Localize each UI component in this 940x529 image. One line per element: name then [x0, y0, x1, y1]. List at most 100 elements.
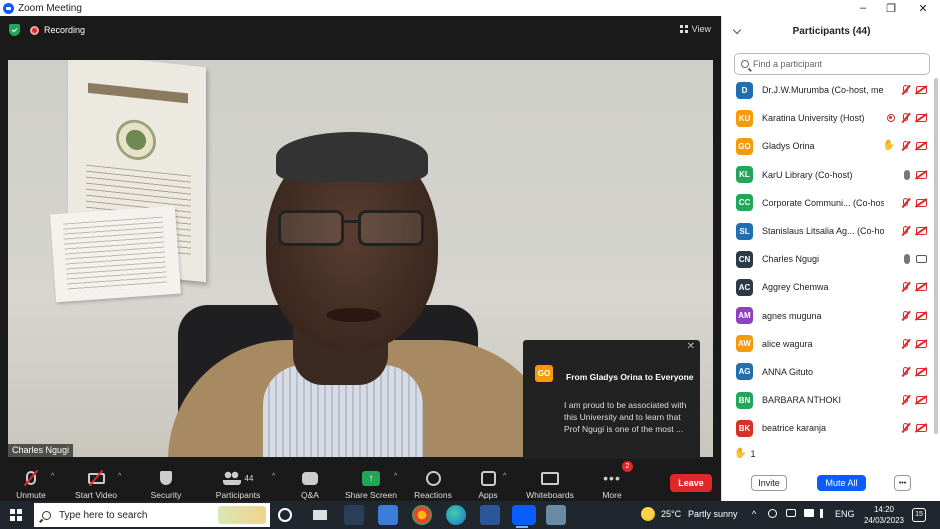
- chart-app-icon[interactable]: [344, 505, 364, 525]
- unmute-button[interactable]: Unmute: [12, 459, 50, 501]
- app-icon[interactable]: [546, 505, 566, 525]
- participant-status-icons: [901, 282, 927, 292]
- panel-more-button[interactable]: •••: [894, 475, 911, 491]
- maximize-button[interactable]: ❐: [876, 0, 906, 16]
- speaker-mouth: [326, 308, 381, 322]
- weather-condition[interactable]: Partly sunny: [688, 509, 738, 519]
- tray-overflow-caret[interactable]: ^: [752, 509, 756, 519]
- audio-options-caret[interactable]: ^: [51, 473, 54, 480]
- video-off-icon: [916, 227, 927, 236]
- weather-sun-icon[interactable]: [641, 507, 655, 521]
- share-options-caret[interactable]: ^: [394, 473, 397, 480]
- battery-icon[interactable]: [786, 509, 796, 517]
- participant-row[interactable]: AM agnes muguna: [722, 302, 940, 330]
- speaker-hair: [276, 132, 428, 182]
- edge-icon[interactable]: [446, 505, 466, 525]
- participant-row[interactable]: BK beatrice karanja: [722, 414, 940, 442]
- security-button[interactable]: Security: [148, 459, 184, 501]
- participant-row[interactable]: CN Charles Ngugi: [722, 245, 940, 273]
- participant-row[interactable]: AC Aggrey Chemwa: [722, 273, 940, 301]
- participant-avatar: AW: [736, 335, 753, 353]
- chat-sender-avatar: GO: [535, 365, 553, 382]
- security-shield-icon[interactable]: [9, 24, 20, 36]
- recording-label: Recording: [44, 25, 86, 35]
- weather-temperature[interactable]: 25°C: [661, 509, 681, 519]
- meeting-area: Recording View Charles Ngugi ✕ GO From G…: [0, 16, 721, 471]
- participant-row[interactable]: KL KarU Library (Co-host): [722, 161, 940, 189]
- apps-options-caret[interactable]: ^: [503, 473, 506, 480]
- mute-all-button[interactable]: Mute All: [817, 475, 866, 491]
- participant-search-input[interactable]: [753, 59, 923, 69]
- participant-avatar: D: [736, 81, 753, 99]
- zoom-taskbar-icon[interactable]: [512, 505, 536, 528]
- microphone-muted-icon: [901, 366, 910, 377]
- participant-row[interactable]: AG ANNA Gituto: [722, 358, 940, 386]
- participant-row[interactable]: AW alice wagura: [722, 330, 940, 358]
- chrome-icon[interactable]: [412, 505, 432, 525]
- whiteboard-icon: [541, 471, 559, 485]
- wall-paper: [50, 205, 181, 303]
- participant-list: D Dr.J.W.Murumba (Co-host, me) KU Karatina …: [722, 76, 940, 444]
- participant-name: alice wagura: [762, 338, 813, 349]
- taskbar-search-input[interactable]: [59, 509, 209, 521]
- search-highlight-image: [218, 506, 266, 524]
- participant-row[interactable]: CC Corporate Communi... (Co-host): [722, 189, 940, 217]
- reactions-label: Reactions: [414, 490, 452, 500]
- unmute-label: Unmute: [16, 490, 46, 500]
- windows-start-icon[interactable]: [10, 509, 22, 521]
- reactions-button[interactable]: Reactions: [414, 459, 452, 501]
- language-indicator[interactable]: ENG: [835, 509, 855, 519]
- participants-panel: Participants (44) D Dr.J.W.Murumba (Co-ho…: [721, 16, 940, 501]
- participant-name: Dr.J.W.Murumba (Co-host, me): [762, 85, 884, 96]
- tray-app-icon[interactable]: [768, 509, 777, 518]
- chat-notification-popup[interactable]: ✕ GO From Gladys Orina to Everyone I am …: [523, 340, 700, 471]
- apps-button[interactable]: Apps: [476, 459, 500, 501]
- store-icon[interactable]: [378, 505, 398, 525]
- invite-button[interactable]: Invite: [751, 475, 787, 491]
- word-icon[interactable]: [480, 505, 500, 525]
- network-icon[interactable]: [804, 509, 814, 517]
- participant-row[interactable]: KU Karatina University (Host): [722, 104, 940, 132]
- participant-search[interactable]: [734, 53, 930, 75]
- microphone-muted-icon: [901, 85, 910, 95]
- close-chat-popup-button[interactable]: ✕: [687, 341, 695, 352]
- more-button[interactable]: ••• 2 More: [600, 459, 633, 501]
- close-window-button[interactable]: ✕: [908, 0, 938, 16]
- participants-options-caret[interactable]: ^: [272, 473, 275, 480]
- participants-button[interactable]: 44 Participants: [214, 459, 262, 501]
- cortana-icon[interactable]: [278, 508, 292, 522]
- participant-row[interactable]: SL Stanislaus Litsalia Ag... (Co-host): [722, 217, 940, 245]
- microphone-muted-icon: [901, 310, 910, 321]
- taskbar-search-icon: [42, 510, 51, 520]
- taskbar-search[interactable]: [34, 503, 270, 527]
- speaker-volume-icon[interactable]: [820, 509, 830, 518]
- speaker-name-tag: Charles Ngugi: [8, 444, 74, 457]
- video-options-caret[interactable]: ^: [118, 473, 121, 480]
- microphone-muted-icon: [901, 395, 910, 405]
- qa-button[interactable]: Q&A: [296, 459, 324, 501]
- participants-label: Participants: [215, 490, 261, 500]
- video-camera-icon: [916, 255, 927, 264]
- share-screen-button[interactable]: ↑ Share Screen: [344, 459, 398, 501]
- participant-row[interactable]: GO Gladys Orina ✋: [722, 132, 940, 160]
- minimize-button[interactable]: –: [848, 0, 878, 16]
- notification-center-icon[interactable]: 15: [912, 508, 926, 522]
- raised-hands-summary: ✋ 1: [734, 448, 755, 459]
- view-button[interactable]: View: [679, 24, 711, 34]
- microphone-muted-icon: [901, 282, 910, 292]
- whiteboards-button[interactable]: Whiteboards: [524, 459, 576, 501]
- participant-list-scrollbar[interactable]: [934, 78, 938, 434]
- participant-status-icons: [901, 338, 927, 349]
- task-view-icon[interactable]: [310, 505, 330, 525]
- participant-status-icons: [901, 310, 927, 321]
- start-video-button[interactable]: Start Video: [73, 459, 119, 501]
- participant-name: KarU Library (Co-host): [762, 169, 853, 180]
- video-off-icon: [916, 283, 927, 292]
- taskbar-clock[interactable]: 14:20 24/03/2023: [860, 504, 908, 526]
- windows-taskbar: 25°C Partly sunny ^ ENG 14:20 24/03/2023…: [0, 501, 940, 529]
- participant-name: Gladys Orina: [762, 141, 815, 152]
- participant-row[interactable]: BN BARBARA NTHOKI: [722, 386, 940, 414]
- recording-indicator[interactable]: Recording: [30, 23, 85, 37]
- participant-row[interactable]: D Dr.J.W.Murumba (Co-host, me): [722, 76, 940, 104]
- leave-button[interactable]: Leave: [670, 474, 712, 492]
